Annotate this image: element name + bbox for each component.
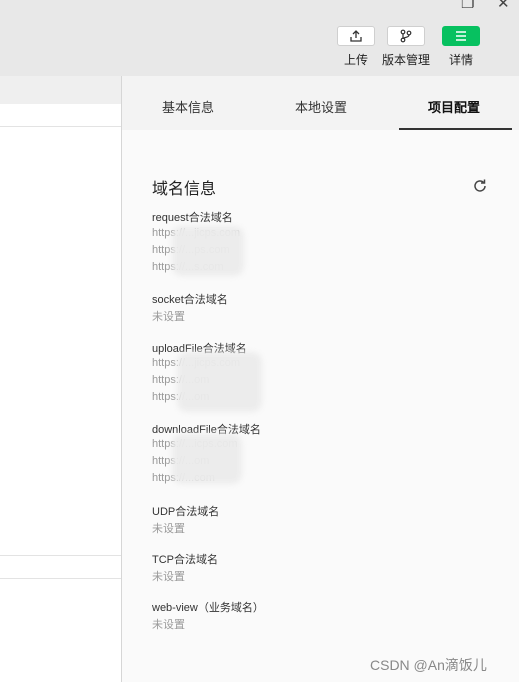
redaction-blur [172, 434, 242, 484]
udp-domain-value: 未设置 [152, 523, 185, 535]
close-window-icon[interactable]: ✕ [497, 0, 510, 12]
branch-icon [387, 26, 425, 46]
version-control-label: 版本管理 [382, 53, 431, 67]
redaction-blur [177, 352, 262, 412]
upload-button[interactable]: 上传 [337, 26, 375, 68]
upload-icon [337, 26, 375, 46]
watermark: CSDN @An滴饭儿 [370, 657, 487, 673]
left-editor-header [0, 76, 121, 104]
panel-tabs: 基本信息 本地设置 项目配置 [122, 76, 519, 130]
details-panel: 基本信息 本地设置 项目配置 域名信息 request合法域名 https://… [121, 76, 519, 682]
refresh-icon[interactable] [472, 178, 488, 194]
divider [0, 126, 121, 127]
menu-icon [442, 26, 480, 46]
socket-domain-label: socket合法域名 [152, 294, 228, 306]
divider [0, 578, 121, 579]
tab-project-config[interactable]: 项目配置 [428, 97, 480, 116]
section-title: 域名信息 [152, 181, 217, 198]
details-label: 详情 [448, 53, 473, 67]
upload-label: 上传 [343, 53, 368, 67]
tcp-domain-label: TCP合法域名 [152, 554, 218, 566]
version-control-button[interactable]: 版本管理 [382, 26, 430, 68]
webview-domain-value: 未设置 [152, 619, 185, 631]
udp-domain-label: UDP合法域名 [152, 506, 220, 518]
details-button[interactable]: 详情 [442, 26, 480, 68]
restore-window-icon[interactable]: ❐ [461, 0, 474, 12]
tab-local-settings[interactable]: 本地设置 [295, 97, 347, 116]
top-toolbar: ❐ ✕ 上传 版本管理 详情 [0, 0, 519, 76]
redaction-blur [172, 226, 244, 276]
tab-basic-info[interactable]: 基本信息 [162, 97, 214, 116]
divider [0, 555, 121, 556]
request-domain-label: request合法域名 [152, 212, 233, 224]
active-tab-indicator [399, 128, 512, 130]
webview-domain-label: web-view（业务域名） [152, 602, 264, 614]
tcp-domain-value: 未设置 [152, 571, 185, 583]
socket-domain-value: 未设置 [152, 311, 185, 323]
